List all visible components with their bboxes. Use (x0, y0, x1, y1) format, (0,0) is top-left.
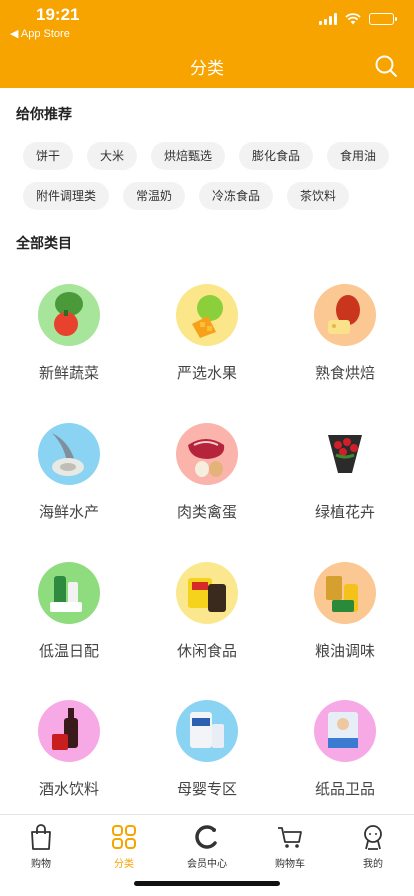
tab-category[interactable]: 分类 (83, 823, 165, 870)
tab-label: 购物车 (275, 859, 305, 870)
home-indicator (134, 881, 280, 886)
category-vegetables[interactable]: 新鲜蔬菜 (0, 284, 138, 383)
category-plants-flowers[interactable]: 绿植花卉 (276, 423, 414, 522)
tag-seasoning[interactable]: 附件调理类 (23, 182, 109, 210)
tab-label: 会员中心 (187, 859, 227, 870)
category-label: 熟食烘焙 (314, 364, 375, 382)
category-meat-eggs[interactable]: 肉类禽蛋 (138, 423, 276, 522)
category-paper-hygiene[interactable]: 纸品卫品 (276, 700, 414, 799)
shopping-bag-icon (31, 824, 51, 850)
category-label: 粮油调味 (314, 642, 375, 660)
member-icon (195, 825, 217, 849)
snacks-image (176, 562, 238, 624)
seafood-image (38, 423, 100, 485)
search-icon[interactable] (374, 54, 398, 78)
vegetables-image (38, 284, 100, 346)
paper-hygiene-image (314, 700, 376, 762)
category-label: 严选水果 (176, 364, 237, 382)
tag-cooking-oil[interactable]: 食用油 (327, 142, 389, 170)
page-title: 分类 (190, 58, 224, 79)
chilled-daily-image (38, 562, 100, 624)
content: 给你推荐 饼干 大米 烘焙甄选 膨化食品 食用油 附件调理类 常温奶 冷冻食品 … (0, 88, 414, 814)
tag-biscuit[interactable]: 饼干 (23, 142, 73, 170)
meat-eggs-image (176, 423, 238, 485)
tag-rice[interactable]: 大米 (87, 142, 137, 170)
status-icons (319, 13, 397, 25)
grid-icon (112, 825, 136, 849)
back-to-app-store[interactable]: ◀ App Store (10, 27, 70, 40)
deli-bakery-image (314, 284, 376, 346)
category-label: 纸品卫品 (314, 780, 375, 798)
battery-icon (369, 13, 397, 25)
category-label: 母婴专区 (176, 780, 237, 798)
fruits-image (176, 284, 238, 346)
user-icon (364, 825, 382, 850)
category-label: 新鲜蔬菜 (38, 364, 99, 382)
category-label: 海鲜水产 (38, 503, 99, 521)
tab-label: 分类 (114, 859, 134, 870)
status-bar: 19:21 ◀ App Store (0, 0, 414, 44)
wifi-icon (345, 13, 361, 25)
category-mother-baby[interactable]: 母婴专区 (138, 700, 276, 799)
tag-puffed-food[interactable]: 膨化食品 (239, 142, 313, 170)
tag-frozen-food[interactable]: 冷冻食品 (199, 182, 273, 210)
tab-cart[interactable]: 购物车 (249, 823, 331, 870)
category-drinks[interactable]: 酒水饮料 (0, 700, 138, 799)
signal-icon (319, 13, 337, 25)
category-deli-bakery[interactable]: 熟食烘焙 (276, 284, 414, 383)
category-snacks[interactable]: 休闲食品 (138, 562, 276, 661)
category-grain-oil[interactable]: 粮油调味 (276, 562, 414, 661)
tab-label: 购物 (31, 859, 51, 870)
category-fruits[interactable]: 严选水果 (138, 284, 276, 383)
grain-oil-image (314, 562, 376, 624)
section-title-all-categories: 全部类目 (16, 236, 72, 252)
category-chilled-daily[interactable]: 低温日配 (0, 562, 138, 661)
tab-member-center[interactable]: 会员中心 (166, 823, 248, 870)
category-label: 休闲食品 (176, 642, 237, 660)
tag-baking[interactable]: 烘焙甄选 (151, 142, 225, 170)
cart-icon (278, 827, 302, 848)
plants-flowers-image (314, 423, 376, 485)
tag-tea-drink[interactable]: 茶饮料 (287, 182, 349, 210)
category-label: 肉类禽蛋 (176, 503, 237, 521)
tab-shopping[interactable]: 购物 (0, 823, 82, 870)
tab-mine[interactable]: 我的 (332, 823, 414, 870)
tag-milk[interactable]: 常温奶 (123, 182, 185, 210)
status-time: 19:21 (36, 5, 80, 24)
category-label: 绿植花卉 (314, 503, 375, 521)
category-seafood[interactable]: 海鲜水产 (0, 423, 138, 522)
section-title-recommend: 给你推荐 (16, 107, 72, 123)
mother-baby-image (176, 700, 238, 762)
tab-label: 我的 (363, 859, 383, 870)
category-label: 低温日配 (38, 642, 99, 660)
category-label: 酒水饮料 (38, 780, 99, 798)
header: 分类 (0, 44, 414, 88)
drinks-image (38, 700, 100, 762)
